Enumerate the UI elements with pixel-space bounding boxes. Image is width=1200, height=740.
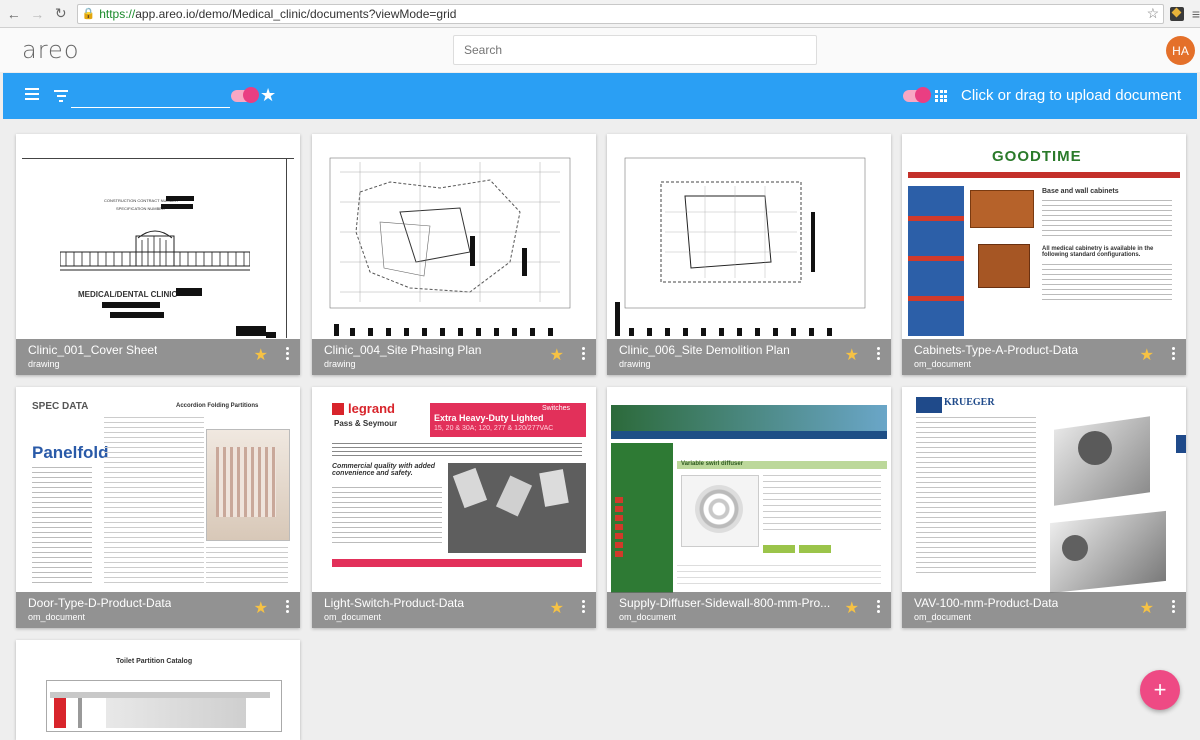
app-header: areo HA — [0, 28, 1200, 72]
document-title[interactable]: Clinic_004_Site Phasing Plan — [324, 343, 481, 357]
document-type: om_document — [619, 612, 677, 622]
more-options-icon[interactable] — [286, 347, 290, 361]
browser-chrome: ← → ↻ 🔒 https:// app.areo.io/demo/Medica… — [0, 0, 1200, 28]
document-card[interactable]: CONSTRUCTION CONTRACT NUMBER SPECIFICATI… — [16, 134, 300, 375]
favorite-star-icon[interactable]: ★ — [254, 345, 268, 365]
more-options-icon[interactable] — [877, 347, 881, 361]
document-card[interactable]: Clinic_004_Site Phasing Plan drawing ★ — [312, 134, 596, 375]
favorite-star-icon[interactable]: ★ — [1140, 345, 1154, 365]
document-card[interactable]: Variable swirl diffuser Supply-Diffuser-… — [607, 387, 891, 628]
document-title[interactable]: Door-Type-D-Product-Data — [28, 596, 171, 610]
back-icon[interactable]: ← — [4, 4, 24, 24]
lock-icon: 🔒 — [81, 8, 96, 20]
document-title[interactable]: VAV-100-mm-Product-Data — [914, 596, 1058, 610]
document-card[interactable]: SPEC DATA Accordion Folding Partitions P… — [16, 387, 300, 628]
favorite-star-icon[interactable]: ★ — [550, 345, 564, 365]
filter-icon[interactable] — [54, 90, 68, 102]
favorites-star-icon[interactable]: ★ — [260, 85, 276, 106]
extension-icon[interactable] — [1170, 6, 1184, 21]
card-caption: Door-Type-D-Product-Data om_document ★ — [16, 592, 300, 628]
document-type: om_document — [28, 612, 86, 622]
card-caption: Supply-Diffuser-Sidewall-800-mm-Pro... o… — [607, 592, 891, 628]
filter-input[interactable] — [71, 85, 230, 108]
card-caption: Light-Switch-Product-Data om_document ★ — [312, 592, 596, 628]
more-options-icon[interactable] — [877, 600, 881, 614]
document-type: om_document — [914, 359, 972, 369]
favorite-star-icon[interactable]: ★ — [550, 598, 564, 618]
view-toggle[interactable] — [903, 87, 931, 103]
hamburger-menu-icon[interactable] — [25, 88, 39, 100]
url-scheme: https:// — [99, 6, 136, 21]
grid-view-icon[interactable] — [935, 90, 947, 102]
card-caption: Clinic_004_Site Phasing Plan drawing ★ — [312, 339, 596, 375]
address-bar[interactable]: 🔒 https:// app.areo.io/demo/Medical_clin… — [76, 3, 1165, 24]
upload-prompt[interactable]: Click or drag to upload document — [961, 87, 1181, 104]
document-title[interactable]: Clinic_006_Site Demolition Plan — [619, 343, 790, 357]
document-type: drawing — [28, 359, 60, 369]
card-caption: Clinic_001_Cover Sheet drawing ★ — [16, 339, 300, 375]
document-thumbnail: Toilet Partition Catalog — [16, 640, 300, 740]
document-card[interactable]: GOODTIME Base and wall cabinets All medi… — [902, 134, 1186, 375]
forward-icon[interactable]: → — [28, 4, 48, 24]
card-caption: Clinic_006_Site Demolition Plan drawing … — [607, 339, 891, 375]
favorite-star-icon[interactable]: ★ — [254, 598, 268, 618]
more-options-icon[interactable] — [582, 347, 586, 361]
bookmark-star-icon[interactable]: ☆ — [1147, 5, 1160, 22]
search-input[interactable] — [453, 35, 817, 65]
document-card[interactable]: KRUEGER VAV-100-mm-Product-Data om_docum… — [902, 387, 1186, 628]
card-caption: VAV-100-mm-Product-Data om_document ★ — [902, 592, 1186, 628]
filter-toggle[interactable] — [231, 87, 259, 103]
reload-icon[interactable]: ↻ — [51, 4, 71, 24]
document-type: drawing — [324, 359, 356, 369]
document-toolbar: ★ Click or drag to upload document — [3, 73, 1197, 119]
document-card[interactable]: legrand Pass & Seymour Switches Extra He… — [312, 387, 596, 628]
document-card[interactable]: Toilet Partition Catalog — [16, 640, 300, 740]
document-type: om_document — [324, 612, 382, 622]
favorite-star-icon[interactable]: ★ — [845, 345, 859, 365]
favorite-star-icon[interactable]: ★ — [1140, 598, 1154, 618]
favorite-star-icon[interactable]: ★ — [845, 598, 859, 618]
document-card[interactable]: Clinic_006_Site Demolition Plan drawing … — [607, 134, 891, 375]
document-title[interactable]: Supply-Diffuser-Sidewall-800-mm-Pro... — [619, 596, 830, 610]
card-caption: Cabinets-Type-A-Product-Data om_document… — [902, 339, 1186, 375]
document-title[interactable]: Clinic_001_Cover Sheet — [28, 343, 157, 357]
document-type: om_document — [914, 612, 972, 622]
app-logo[interactable]: areo — [22, 36, 80, 64]
more-options-icon[interactable] — [286, 600, 290, 614]
more-options-icon[interactable] — [1172, 347, 1176, 361]
more-options-icon[interactable] — [1172, 600, 1176, 614]
browser-menu-icon[interactable]: ≡ — [1192, 6, 1200, 22]
url-text: app.areo.io/demo/Medical_clinic/document… — [135, 6, 457, 21]
more-options-icon[interactable] — [582, 600, 586, 614]
add-document-button[interactable]: + — [1140, 670, 1180, 710]
document-title[interactable]: Light-Switch-Product-Data — [324, 596, 464, 610]
document-type: drawing — [619, 359, 651, 369]
user-avatar[interactable]: HA — [1166, 36, 1195, 65]
document-title[interactable]: Cabinets-Type-A-Product-Data — [914, 343, 1078, 357]
